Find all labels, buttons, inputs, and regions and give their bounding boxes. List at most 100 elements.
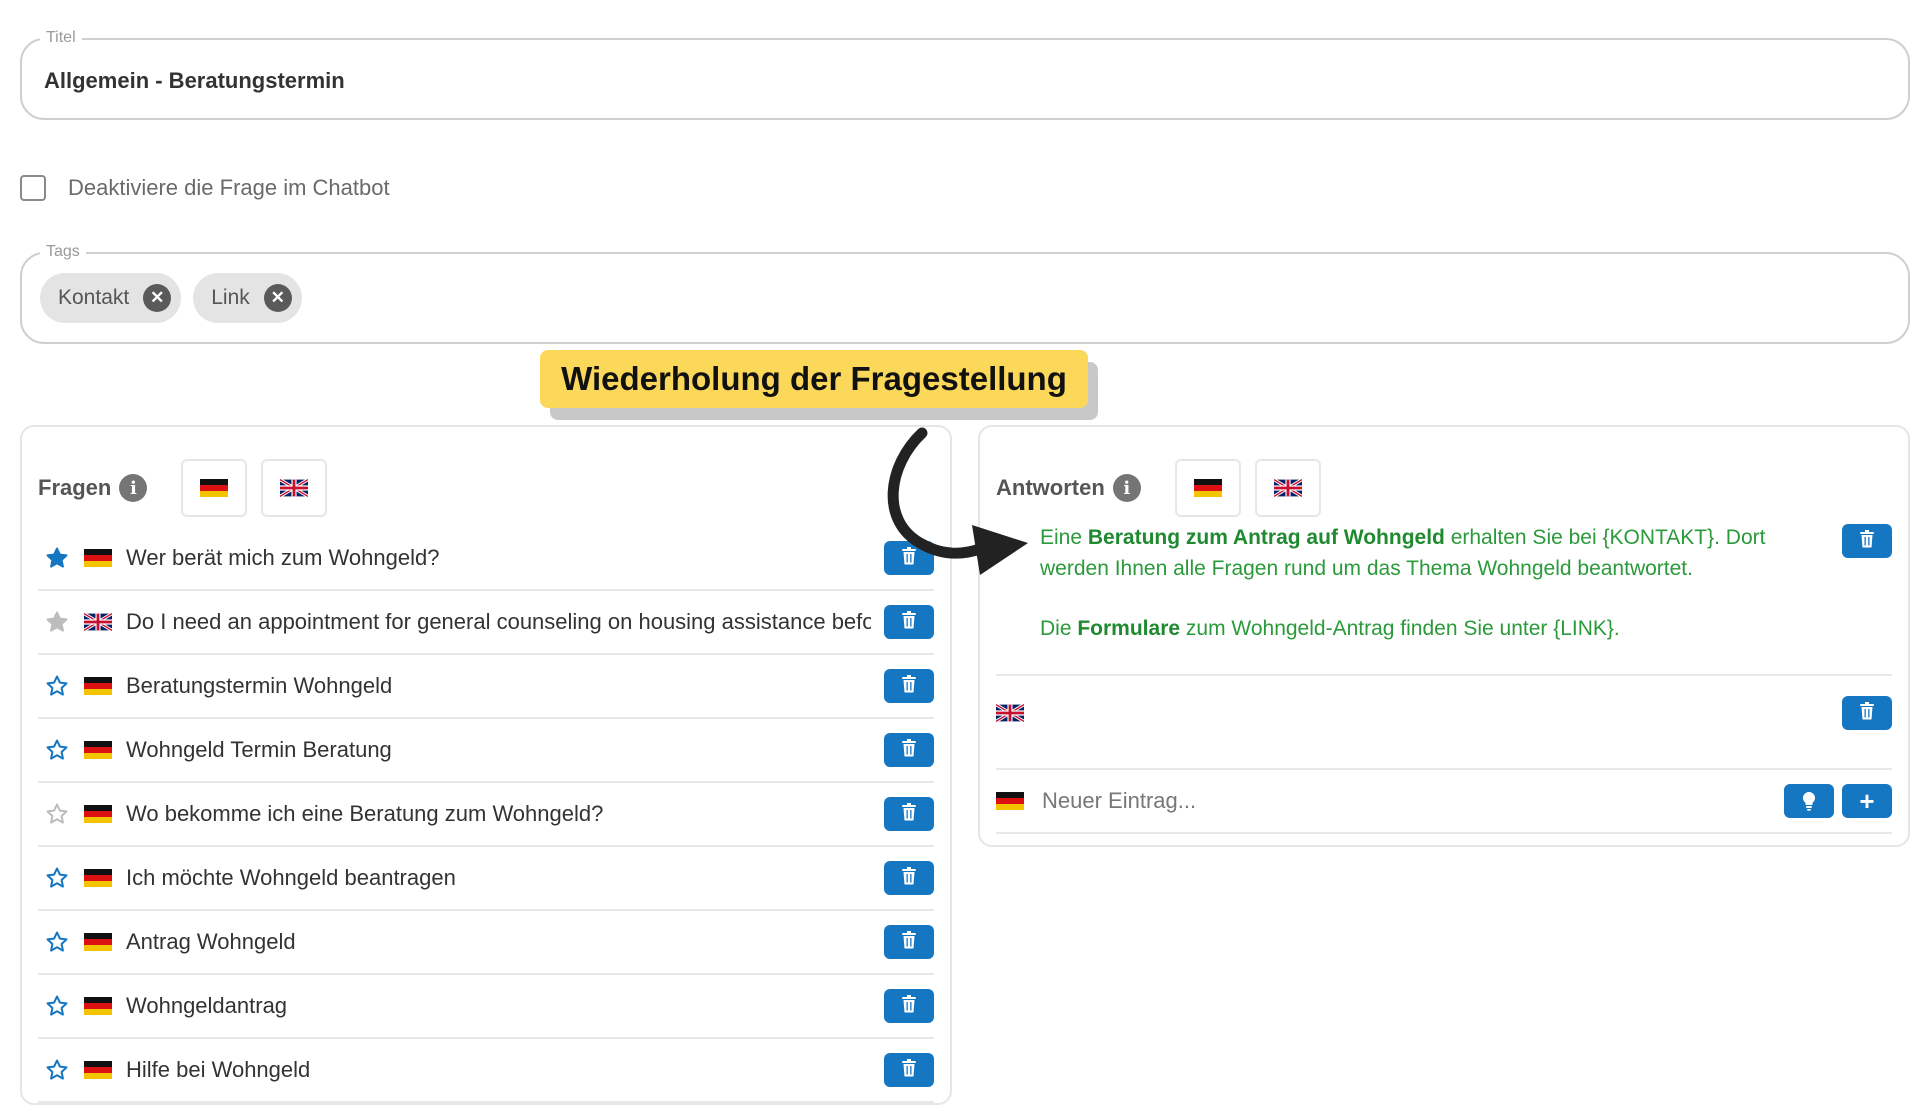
delete-answer-button[interactable] [1842, 696, 1892, 730]
trash-icon [1859, 529, 1875, 553]
tag-chip-link[interactable]: Link ✕ [193, 273, 302, 323]
favorite-star-icon[interactable] [44, 865, 70, 891]
german-flag-icon [1193, 479, 1222, 497]
question-row[interactable]: Wohngeld Termin Beratung [38, 719, 934, 783]
tags-field[interactable]: Tags Kontakt ✕ Link ✕ [20, 243, 1910, 344]
german-flag-icon [84, 741, 112, 759]
answer-text-de[interactable]: Eine Beratung zum Antrag auf Wohngeld er… [1040, 522, 1800, 644]
question-text[interactable]: Wo bekomme ich eine Beratung zum Wohngel… [126, 801, 871, 827]
question-text[interactable]: Wer berät mich zum Wohngeld? [126, 545, 871, 571]
lightbulb-icon [1802, 791, 1816, 811]
favorite-star-icon[interactable] [44, 929, 70, 955]
answers-header: Antworten i [996, 459, 1321, 517]
tag-chip-label: Kontakt [58, 286, 130, 309]
info-icon[interactable]: i [1112, 474, 1141, 502]
questions-title: Fragen [38, 475, 112, 500]
tag-chip-label: Link [211, 286, 250, 309]
delete-question-button[interactable] [884, 861, 934, 895]
question-row[interactable]: Beratungstermin Wohngeld [38, 655, 934, 719]
new-entry-input[interactable] [1040, 787, 1744, 815]
tag-chip-kontakt[interactable]: Kontakt ✕ [40, 273, 182, 323]
title-field[interactable]: Titel Allgemein - Beratungstermin [20, 29, 1910, 120]
trash-icon [1859, 701, 1875, 725]
question-row[interactable]: Do I need an appointment for general cou… [38, 591, 934, 655]
question-text[interactable]: Wohngeld Termin Beratung [126, 737, 871, 763]
question-text[interactable]: Hilfe bei Wohngeld [126, 1057, 871, 1083]
trash-icon [901, 674, 917, 698]
german-flag-icon [84, 677, 112, 695]
question-row[interactable]: Wo bekomme ich eine Beratung zum Wohngel… [38, 783, 934, 847]
trash-icon [901, 994, 917, 1018]
questions-list: Wer berät mich zum Wohngeld? Do I need an… [38, 527, 934, 1103]
trash-icon [901, 738, 917, 762]
trash-icon [901, 802, 917, 826]
questions-panel: Fragen i Wer berät mich zum Wohngeld? Do … [20, 425, 952, 1105]
new-answer-row: + [996, 770, 1892, 834]
info-icon[interactable]: i [119, 474, 148, 502]
answers-panel: Antworten i Eine Beratung zum Antrag auf… [978, 425, 1910, 847]
title-input[interactable]: Allgemein - Beratungstermin [44, 68, 345, 94]
question-text[interactable]: Antrag Wohngeld [126, 929, 871, 955]
favorite-star-icon[interactable] [44, 737, 70, 763]
question-row[interactable]: Hilfe bei Wohngeld [38, 1039, 934, 1103]
favorite-star-icon[interactable] [44, 801, 70, 827]
uk-flag-icon [996, 704, 1024, 722]
add-question-de-button[interactable] [181, 459, 248, 517]
delete-question-button[interactable] [884, 925, 934, 959]
tag-chips: Kontakt ✕ Link ✕ [40, 273, 302, 323]
suggest-button[interactable] [1784, 784, 1834, 818]
remove-tag-icon[interactable]: ✕ [143, 284, 172, 312]
questions-header: Fragen i [38, 459, 328, 517]
german-flag-icon [84, 933, 112, 951]
delete-question-button[interactable] [884, 605, 934, 639]
favorite-star-icon[interactable] [44, 545, 70, 571]
delete-answer-button[interactable] [1842, 524, 1892, 558]
favorite-star-icon[interactable] [44, 993, 70, 1019]
question-text[interactable]: Do I need an appointment for general cou… [126, 609, 871, 635]
question-text[interactable]: Beratungstermin Wohngeld [126, 673, 871, 699]
delete-question-button[interactable] [884, 797, 934, 831]
uk-flag-icon [84, 613, 112, 631]
german-flag-icon [84, 1061, 112, 1079]
trash-icon [901, 610, 917, 634]
german-flag-icon [84, 997, 112, 1015]
curved-arrow-icon [887, 427, 1028, 575]
deactivate-row[interactable]: Deaktiviere die Frage im Chatbot [20, 172, 390, 204]
answer-row-de[interactable]: Eine Beratung zum Antrag auf Wohngeld er… [996, 522, 1892, 676]
uk-flag-icon [280, 479, 309, 497]
favorite-star-icon[interactable] [44, 673, 70, 699]
german-flag-icon [84, 805, 112, 823]
question-row[interactable]: Ich möchte Wohngeld beantragen [38, 847, 934, 911]
german-flag-icon [996, 792, 1024, 810]
delete-question-button[interactable] [884, 989, 934, 1023]
uk-flag-icon [1273, 479, 1302, 497]
add-answer-en-button[interactable] [1254, 459, 1321, 517]
favorite-star-icon[interactable] [44, 1057, 70, 1083]
question-text[interactable]: Ich möchte Wohngeld beantragen [126, 865, 871, 891]
deactivate-label: Deaktiviere die Frage im Chatbot [68, 175, 390, 200]
plus-icon: + [1859, 785, 1875, 816]
question-row[interactable]: Antrag Wohngeld [38, 911, 934, 975]
delete-question-button[interactable] [884, 669, 934, 703]
title-field-label: Titel [40, 29, 82, 47]
answer-row-en[interactable] [996, 676, 1892, 770]
question-row[interactable]: Wer berät mich zum Wohngeld? [38, 527, 934, 591]
question-row[interactable]: Wohngeldantrag [38, 975, 934, 1039]
german-flag-icon [200, 479, 229, 497]
remove-tag-icon[interactable]: ✕ [263, 284, 292, 312]
tags-field-label: Tags [40, 243, 86, 261]
add-answer-de-button[interactable] [1174, 459, 1241, 517]
german-flag-icon [84, 549, 112, 567]
question-text[interactable]: Wohngeldantrag [126, 993, 871, 1019]
answers-list: Eine Beratung zum Antrag auf Wohngeld er… [996, 522, 1892, 834]
annotation-callout: Wiederholung der Fragestellung [540, 350, 1088, 408]
add-entry-button[interactable]: + [1842, 784, 1892, 818]
delete-question-button[interactable] [884, 733, 934, 767]
german-flag-icon [84, 869, 112, 887]
trash-icon [901, 1058, 917, 1082]
favorite-star-icon[interactable] [44, 609, 70, 635]
trash-icon [901, 930, 917, 954]
delete-question-button[interactable] [884, 1053, 934, 1087]
deactivate-checkbox[interactable] [20, 175, 46, 201]
add-question-en-button[interactable] [261, 459, 328, 517]
